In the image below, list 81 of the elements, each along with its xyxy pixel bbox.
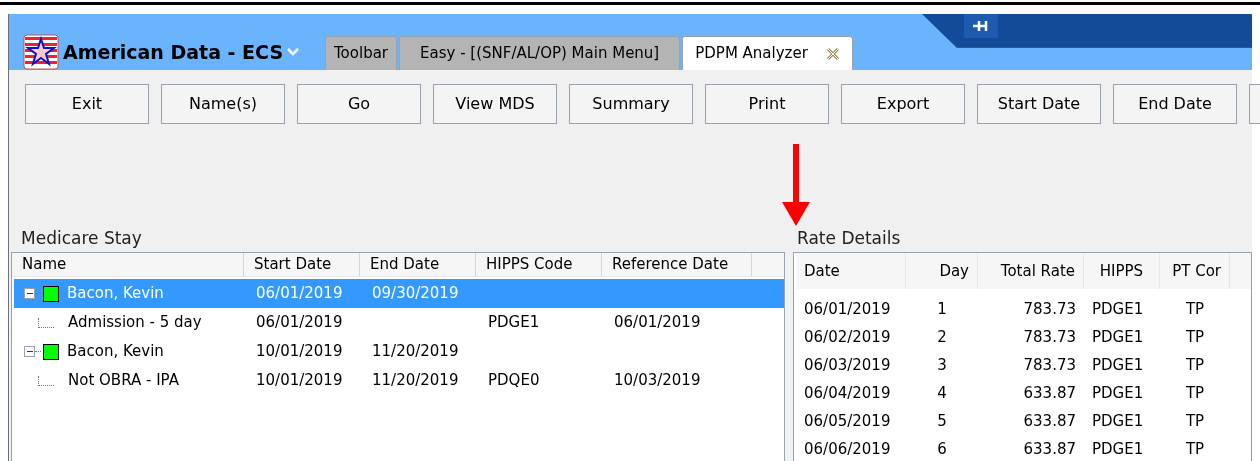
table-cell: 10/03/2019	[614, 371, 701, 390]
table-cell-text: 06/03/2019	[804, 354, 891, 376]
table-cell-text: PDGE1	[1092, 382, 1144, 404]
table-cell: PDQE0	[488, 371, 540, 390]
table-cell: 10/01/2019	[256, 342, 343, 361]
down-arrow-icon	[781, 144, 811, 226]
collapse-icon[interactable]	[24, 288, 35, 299]
tree-row[interactable]: Not OBRA - IPA 10/01/2019 11/20/2019 PDQE0 10/03/2019	[14, 366, 784, 395]
tree-row[interactable]: Admission - 5 day 06/01/2019 PDGE1 06/01/2019	[14, 308, 784, 337]
table-cell: 06/01/2019	[256, 284, 343, 303]
table-cell-text: TP	[1185, 354, 1205, 376]
table-cell: 06/01/2019	[614, 313, 701, 332]
table-cell-text: 633.87	[1023, 410, 1076, 432]
table-cell-text: TP	[1185, 326, 1205, 348]
column-header[interactable]: Date	[796, 253, 906, 289]
table-cell-text: 783.73	[1023, 326, 1076, 348]
tree-row[interactable]: Bacon, Kevin 10/01/2019 11/20/2019	[14, 337, 784, 366]
name-cell-text: Bacon, Kevin	[67, 283, 164, 305]
table-cell-text: 4	[937, 382, 947, 404]
table-cell-text: 1	[937, 298, 947, 320]
table-cell-text: PDGE1	[1092, 326, 1144, 348]
table-cell-text: PDGE1	[1092, 354, 1144, 376]
table-cell-text: 783.73	[1023, 298, 1076, 320]
table-cell-text: 06/05/2019	[804, 410, 891, 432]
toolbar-button[interactable]: Export	[841, 84, 965, 124]
toolbar-button[interactable]: Summary	[569, 84, 693, 124]
column-header[interactable]: HIPPS Code	[476, 253, 602, 276]
toolbar-button[interactable]: Name(s)	[161, 84, 285, 124]
toolbar-button[interactable]: View MDS	[433, 84, 557, 124]
pin-icon[interactable]	[964, 14, 998, 38]
toolbar-button[interactable]: Start Date	[977, 84, 1101, 124]
table-cell-text: 6	[937, 438, 947, 460]
app-title: American Data - ECS	[63, 39, 284, 65]
column-header[interactable]: End Date	[360, 253, 476, 276]
table-cell-text: PDGE1	[1092, 438, 1144, 460]
table-cell-text: 5	[937, 410, 947, 432]
table-cell-text: TP	[1185, 382, 1205, 404]
table-cell: 06/01/2019	[256, 313, 343, 332]
table-cell: 10/01/2019	[256, 371, 343, 390]
table-cell-text: 3	[937, 354, 947, 376]
table-cell: 09/30/2019	[372, 284, 459, 303]
table-cell: PDGE1	[488, 313, 540, 332]
tab[interactable]: PDPM Analyzer	[682, 36, 853, 70]
table-cell-text: 06/06/2019	[804, 438, 891, 460]
tab[interactable]: Easy - [(SNF/AL/OP) Main Menu]	[399, 36, 681, 70]
collapse-icon[interactable]	[24, 346, 35, 357]
name-cell-text: Bacon, Kevin	[67, 341, 164, 363]
name-cell-text: Admission - 5 day	[68, 312, 202, 334]
table-cell: 11/20/2019	[372, 371, 459, 390]
toolbar-button[interactable]: Exit	[25, 84, 149, 124]
table-cell-text: 06/02/2019	[804, 326, 891, 348]
tab[interactable]: Toolbar	[325, 36, 398, 70]
tree-line-icon	[38, 317, 54, 328]
toolbar-button[interactable]: Print	[705, 84, 829, 124]
tree-line-icon	[38, 375, 54, 386]
table-cell-text: TP	[1185, 298, 1205, 320]
flag-logo-icon	[23, 34, 59, 70]
table-cell: 11/20/2019	[372, 342, 459, 361]
name-cell-text: Not OBRA - IPA	[68, 370, 179, 392]
column-header[interactable]: Start Date	[244, 253, 360, 276]
toolbar-button[interactable]: Go	[297, 84, 421, 124]
close-icon[interactable]	[825, 46, 840, 61]
table-cell-text: 633.87	[1023, 382, 1076, 404]
column-header[interactable]: Name	[12, 253, 244, 276]
section-title: Medicare Stay	[20, 227, 143, 250]
column-header[interactable]: Total Rate	[978, 253, 1084, 289]
section-title: Rate Details	[796, 227, 902, 250]
column-header[interactable]: HIPPS	[1084, 253, 1160, 289]
column-header[interactable]: PT Cor	[1160, 253, 1230, 289]
table-cell-text: TP	[1185, 410, 1205, 432]
table-cell-text: 06/04/2019	[804, 382, 891, 404]
table-cell-text: PDGE1	[1092, 410, 1144, 432]
column-header[interactable]: Reference Date	[602, 253, 752, 276]
table-cell-text: PDGE1	[1092, 298, 1144, 320]
table-cell-text: 2	[937, 326, 947, 348]
table-cell-text: 06/01/2019	[804, 298, 891, 320]
table-cell-text: 633.87	[1023, 438, 1076, 460]
table-cell-text: TP	[1185, 438, 1205, 460]
toolbar-button[interactable]: End Date	[1113, 84, 1237, 124]
table-cell-text: 783.73	[1023, 354, 1076, 376]
column-header[interactable]: Day	[906, 253, 978, 289]
